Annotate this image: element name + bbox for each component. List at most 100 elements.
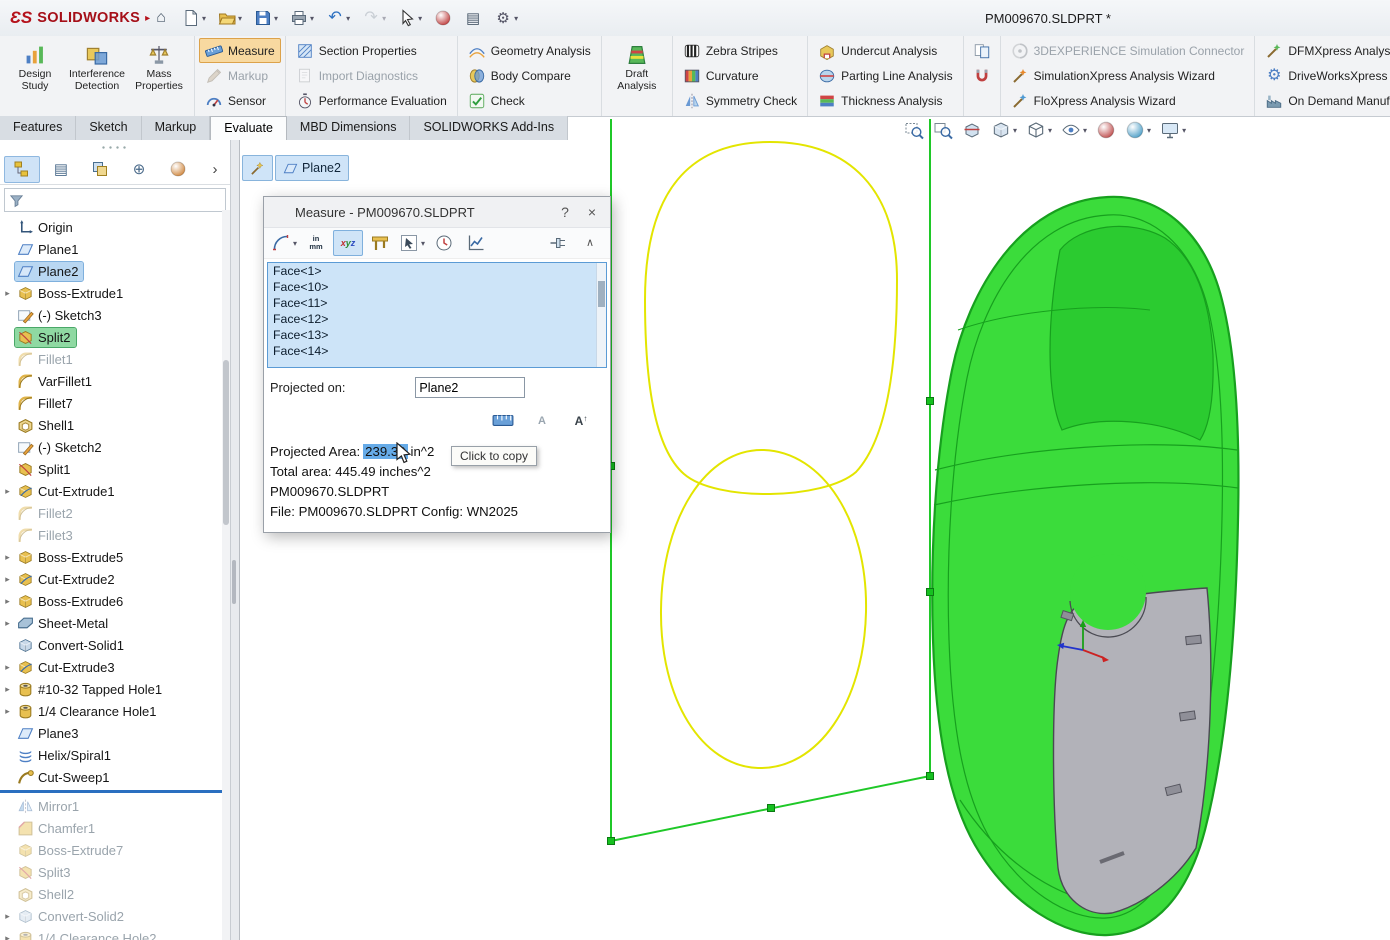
display-style-button[interactable]: ▾ xyxy=(1024,119,1054,141)
simulationxpress-analysis-wizard-button[interactable]: SimulationXpress Analysis Wizard xyxy=(1005,63,1251,88)
dropdown-caret-icon[interactable]: ▾ xyxy=(1048,126,1052,135)
draft-analysis-button[interactable]: Draft Analysis xyxy=(606,38,668,114)
breadcrumb-plane-chip[interactable]: Plane2 xyxy=(275,155,349,181)
print-button[interactable]: ▾ xyxy=(288,7,316,29)
close-button[interactable]: × xyxy=(582,204,602,220)
dropdown-caret-icon[interactable]: ▾ xyxy=(1182,126,1186,135)
dimxpertmanager-tab[interactable]: ⊕ xyxy=(121,156,157,183)
expand-arrow-icon[interactable]: ▸ xyxy=(0,486,15,497)
apply-scene-button[interactable]: ▾ xyxy=(1123,119,1153,141)
zoom-to-area-button[interactable] xyxy=(931,119,955,141)
model-cut-face[interactable] xyxy=(1054,554,1211,914)
tree-item-cut-extrude1[interactable]: ▸Cut-Extrude1 xyxy=(0,480,222,502)
tree-item-boss-extrude7[interactable]: Boss-Extrude7 xyxy=(0,839,222,861)
projected-sketch-outline[interactable] xyxy=(645,142,897,768)
dropdown-caret-icon[interactable]: ▾ xyxy=(1013,126,1017,135)
featuremanager-tab[interactable] xyxy=(4,156,40,183)
tab-solidworks-add-ins[interactable]: SOLIDWORKS Add-Ins xyxy=(410,116,568,140)
dropdown-caret-icon[interactable]: ▾ xyxy=(421,239,425,248)
dropdown-caret-icon[interactable]: ▾ xyxy=(293,239,297,248)
section-properties-button[interactable]: Section Properties xyxy=(290,38,453,63)
tree-item-varfillet1[interactable]: VarFillet1 xyxy=(0,370,222,392)
tree-item-fillet3[interactable]: Fillet3 xyxy=(0,524,222,546)
graph-button[interactable] xyxy=(461,230,491,256)
tree-item-origin[interactable]: Origin xyxy=(0,216,222,238)
tree-item-fillet7[interactable]: Fillet7 xyxy=(0,392,222,414)
zoom-to-fit-button[interactable] xyxy=(902,119,926,141)
zebra-stripes-button[interactable]: Zebra Stripes xyxy=(677,38,803,63)
view-orientation-button[interactable]: ▾ xyxy=(989,119,1019,141)
tree-item-plane1[interactable]: Plane1 xyxy=(0,238,222,260)
tree-item-sketch3[interactable]: (-) Sketch3 xyxy=(0,304,222,326)
scrollbar-thumb[interactable] xyxy=(598,281,605,307)
select-filter-button[interactable]: ▾ xyxy=(397,230,427,256)
expand-arrow-icon[interactable]: ▸ xyxy=(0,662,15,673)
units-button[interactable]: inmm xyxy=(301,230,331,256)
view-settings-button[interactable]: ▾ xyxy=(1158,119,1188,141)
tree-item-shell2[interactable]: Shell2 xyxy=(0,883,222,905)
text-large-button[interactable]: A↑ xyxy=(566,408,596,434)
tree-item-plane2[interactable]: Plane2 xyxy=(0,260,222,282)
tree-item-cut-sweep1[interactable]: Cut-Sweep1 xyxy=(0,766,222,788)
redo-button[interactable]: ↷▾ xyxy=(360,7,388,29)
measure-dialog[interactable]: Measure - PM009670.SLDPRT ? × ▾inmmxyz▾∧… xyxy=(263,196,611,533)
xyz-button[interactable]: xyz xyxy=(333,230,363,256)
tree-item-boss-extrude1[interactable]: ▸Boss-Extrude1 xyxy=(0,282,222,304)
tab-features[interactable]: Features xyxy=(0,116,76,140)
dropdown-caret-icon[interactable]: ▾ xyxy=(346,14,350,23)
panel-expand-tab[interactable]: › xyxy=(204,156,226,183)
section-view-button[interactable] xyxy=(960,119,984,141)
undercut-analysis-button[interactable]: Undercut Analysis xyxy=(812,38,958,63)
save-button[interactable]: ▾ xyxy=(252,7,280,29)
displaymanager-tab[interactable] xyxy=(160,156,196,183)
face-list-item[interactable]: Face<1> xyxy=(268,263,606,279)
expand-arrow-icon[interactable]: ▸ xyxy=(0,911,15,922)
tree-item-1-4-clearance-hole1[interactable]: ▸1/4 Clearance Hole1 xyxy=(0,700,222,722)
rollback-bar[interactable] xyxy=(0,790,222,793)
dropdown-caret-icon[interactable]: ▾ xyxy=(310,14,314,23)
tree-item-fillet1[interactable]: Fillet1 xyxy=(0,348,222,370)
dropdown-caret-icon[interactable]: ▾ xyxy=(382,14,386,23)
thickness-analysis-button[interactable]: Thickness Analysis xyxy=(812,89,958,114)
driveworksxpress-wizard-button[interactable]: ⚙DriveWorksXpress Wizard xyxy=(1259,63,1390,88)
face-list-item[interactable]: Face<10> xyxy=(268,279,606,295)
expand-arrow-icon[interactable]: ▸ xyxy=(0,706,15,717)
caliper-button[interactable] xyxy=(365,230,395,256)
performance-evaluation-button[interactable]: Performance Evaluation xyxy=(290,89,453,114)
import-diagnostics-button[interactable]: Import Diagnostics xyxy=(290,63,453,88)
design-study-button[interactable]: Design Study xyxy=(4,38,66,114)
curvature-button[interactable]: Curvature xyxy=(677,63,803,88)
tree-item-sketch2[interactable]: (-) Sketch2 xyxy=(0,436,222,458)
expand-arrow-icon[interactable]: ▸ xyxy=(0,596,15,607)
tree-item-cut-extrude3[interactable]: ▸Cut-Extrude3 xyxy=(0,656,222,678)
dropdown-caret-icon[interactable]: ▾ xyxy=(238,14,242,23)
projected-on-field[interactable] xyxy=(415,377,525,398)
dropdown-caret-icon[interactable]: ▾ xyxy=(274,14,278,23)
magnet-button[interactable] xyxy=(968,63,996,88)
sensor-button[interactable]: Sensor xyxy=(199,89,281,114)
measure-dialog-titlebar[interactable]: Measure - PM009670.SLDPRT ? × xyxy=(264,197,610,228)
breadcrumb-feature-chip[interactable] xyxy=(242,155,273,181)
check-button[interactable]: Check xyxy=(462,89,597,114)
options-button[interactable]: ⚙▾ xyxy=(492,7,520,29)
tree-item-plane3[interactable]: Plane3 xyxy=(0,722,222,744)
propertymanager-tab[interactable]: ▤ xyxy=(43,156,79,183)
dropdown-caret-icon[interactable]: ▾ xyxy=(418,14,422,23)
expand-arrow-icon[interactable]: ▸ xyxy=(0,684,15,695)
3dexperience-simulation-connector-button[interactable]: 3DEXPERIENCE Simulation Connector xyxy=(1005,38,1251,63)
tree-item-chamfer1[interactable]: Chamfer1 xyxy=(0,817,222,839)
dropdown-caret-icon[interactable]: ▾ xyxy=(514,14,518,23)
tree-item-shell1[interactable]: Shell1 xyxy=(0,414,222,436)
expand-arrow-icon[interactable]: ▸ xyxy=(0,618,15,629)
new-document-button[interactable]: ▾ xyxy=(180,7,208,29)
configurationmanager-tab[interactable] xyxy=(82,156,118,183)
dropdown-caret-icon[interactable]: ▾ xyxy=(202,14,206,23)
parting-line-analysis-button[interactable]: Parting Line Analysis xyxy=(812,63,958,88)
touch-mode-button[interactable] xyxy=(432,7,454,29)
dropdown-caret-icon[interactable]: ▾ xyxy=(1083,126,1087,135)
undo-button[interactable]: ↶▾ xyxy=(324,7,352,29)
tree-item-boss-extrude5[interactable]: ▸Boss-Extrude5 xyxy=(0,546,222,568)
panel-collapse-grip[interactable] xyxy=(0,140,230,154)
measure-button[interactable]: Measure xyxy=(199,38,281,63)
face-list-item[interactable]: Face<11> xyxy=(268,295,606,311)
